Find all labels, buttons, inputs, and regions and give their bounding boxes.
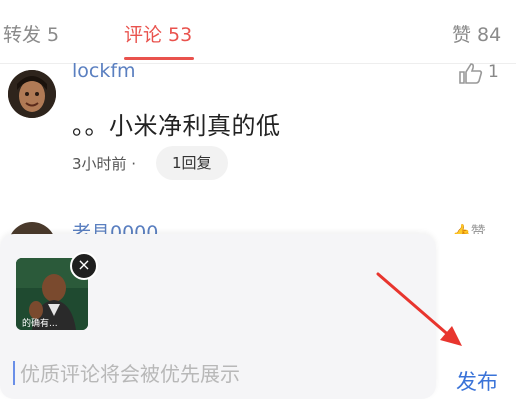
annotation-arrow — [376, 272, 462, 346]
